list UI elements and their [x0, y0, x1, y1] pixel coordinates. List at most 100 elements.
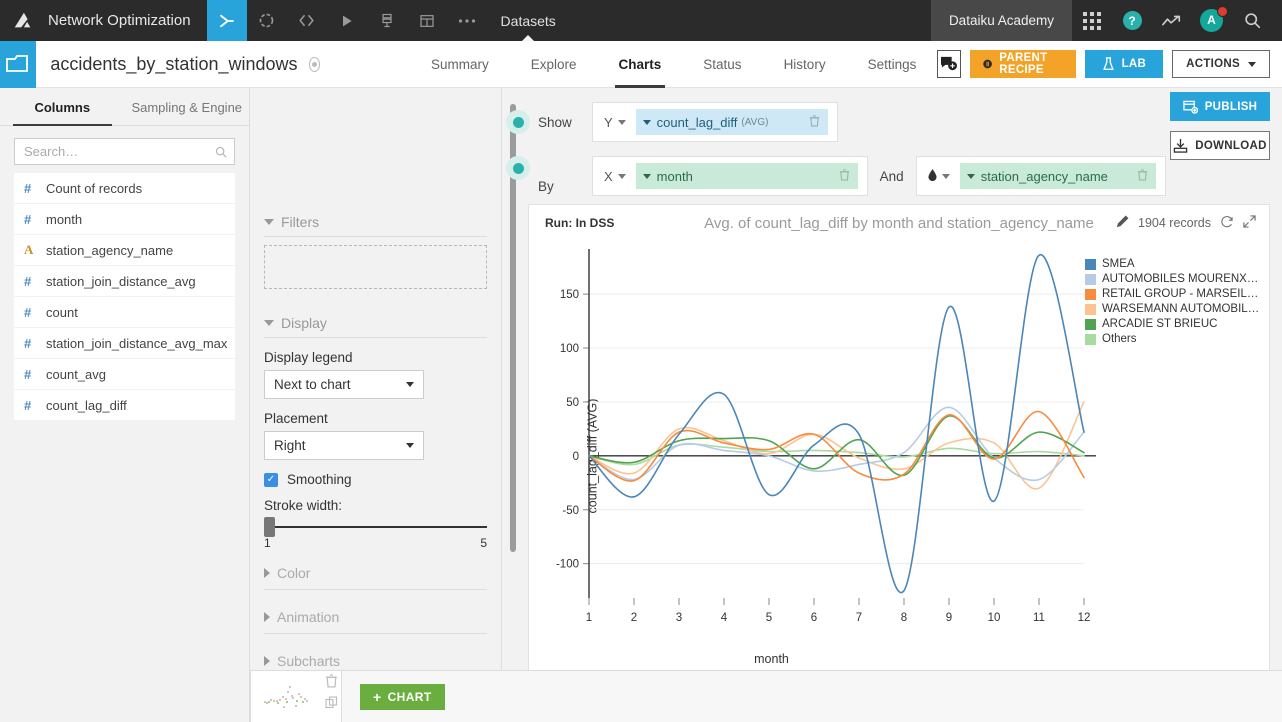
- y-axis-dropzone[interactable]: Y count_lag_diff (AVG): [592, 102, 838, 142]
- chart-config-panel: Filters Display Display legend Next to c…: [250, 88, 502, 722]
- tab-explore[interactable]: Explore: [510, 41, 598, 88]
- y-axis-selector[interactable]: Y: [604, 115, 626, 130]
- folder-icon[interactable]: [0, 41, 36, 88]
- svg-text:10: 10: [988, 612, 1001, 624]
- legend-item[interactable]: AUTOMOBILES MOURENX DIF…: [1085, 272, 1261, 286]
- group-field-pill[interactable]: station_agency_name: [960, 163, 1156, 189]
- code-icon[interactable]: [287, 0, 327, 41]
- column-item[interactable]: #station_join_distance_avg: [14, 266, 235, 296]
- chart-main-area: Show Y count_lag_diff (AVG): [502, 88, 1282, 722]
- dataset-tabs: Summary Explore Charts Status History Se…: [410, 41, 937, 88]
- avatar[interactable]: A: [1192, 0, 1232, 41]
- svg-text:8: 8: [901, 612, 907, 624]
- refresh-icon[interactable]: [1220, 215, 1234, 232]
- help-icon[interactable]: ?: [1112, 0, 1152, 41]
- recipes-icon[interactable]: [247, 0, 287, 41]
- color-section-header[interactable]: Color: [264, 554, 487, 590]
- legend-swatch: [1085, 274, 1096, 285]
- column-item[interactable]: #count_avg: [14, 359, 235, 389]
- column-type-icon: #: [24, 274, 46, 289]
- trash-icon[interactable]: [325, 674, 338, 693]
- download-button[interactable]: DOWNLOAD: [1170, 131, 1270, 160]
- dataiku-logo-icon[interactable]: [0, 0, 46, 41]
- color-label: Color: [277, 565, 310, 581]
- column-item[interactable]: #station_join_distance_avg_max: [14, 328, 235, 358]
- smoothing-checkbox[interactable]: ✓ Smoothing: [264, 472, 487, 487]
- column-item[interactable]: #month: [14, 204, 235, 234]
- filters-label: Filters: [281, 214, 319, 230]
- expand-icon[interactable]: [1243, 215, 1256, 231]
- search-icon[interactable]: [1232, 0, 1272, 41]
- placement-select[interactable]: Right: [264, 431, 424, 460]
- display-legend-select[interactable]: Next to chart: [264, 370, 424, 399]
- tab-charts[interactable]: Charts: [598, 41, 683, 88]
- svg-text:6: 6: [811, 612, 817, 624]
- pencil-icon[interactable]: [1116, 215, 1129, 231]
- charts-bottom-bar: + CHART: [250, 670, 1282, 722]
- trash-icon[interactable]: [1137, 169, 1148, 184]
- tab-history[interactable]: History: [763, 41, 847, 88]
- column-item[interactable]: #count_lag_diff: [14, 390, 235, 420]
- animation-section-header[interactable]: Animation: [264, 590, 487, 634]
- flow-icon[interactable]: [207, 0, 247, 41]
- lab-button[interactable]: LAB: [1085, 50, 1164, 78]
- chart-thumbnail[interactable]: [250, 671, 342, 722]
- plus-icon: +: [373, 690, 382, 704]
- by-label: By: [538, 179, 592, 196]
- tab-summary[interactable]: Summary: [410, 41, 510, 88]
- more-icon[interactable]: [447, 0, 487, 41]
- by-indicator-dot: [506, 156, 530, 180]
- legend-item[interactable]: ARCADIE ST BRIEUC: [1085, 317, 1261, 331]
- datasets-menu[interactable]: Datasets: [487, 0, 570, 41]
- column-type-icon: #: [24, 398, 46, 413]
- y-aggregation-label: (AVG): [741, 117, 768, 128]
- top-navigation-bar: Network Optimization Datasets Dataiku Ac…: [0, 0, 1282, 41]
- publish-button[interactable]: PUBLISH: [1170, 92, 1270, 121]
- discussions-icon[interactable]: [937, 50, 961, 78]
- actions-button[interactable]: ACTIONS: [1172, 50, 1270, 78]
- academy-link[interactable]: Dataiku Academy: [931, 0, 1072, 41]
- filters-header[interactable]: Filters: [264, 206, 487, 237]
- dashboards-icon[interactable]: [407, 0, 447, 41]
- svg-text:-100: -100: [556, 559, 579, 571]
- group-selector[interactable]: [928, 169, 950, 184]
- tab-status[interactable]: Status: [682, 41, 762, 88]
- y-field-pill[interactable]: count_lag_diff (AVG): [636, 109, 828, 135]
- svg-text:7: 7: [856, 612, 862, 624]
- jobs-play-icon[interactable]: [327, 0, 367, 41]
- trash-icon[interactable]: [809, 115, 820, 130]
- column-type-icon: #: [24, 181, 46, 196]
- compass-icon[interactable]: [309, 57, 320, 72]
- activity-icon[interactable]: [1152, 0, 1192, 41]
- copy-icon[interactable]: [325, 696, 338, 714]
- legend-item[interactable]: SMEA: [1085, 257, 1261, 271]
- column-item[interactable]: #count: [14, 297, 235, 327]
- sidebar-tab-sampling[interactable]: Sampling & Engine: [125, 88, 250, 125]
- legend-item[interactable]: RETAIL GROUP - MARSEILLE - …: [1085, 287, 1261, 301]
- tab-settings[interactable]: Settings: [847, 41, 938, 88]
- x-axis-selector[interactable]: X: [604, 169, 626, 184]
- filters-dropzone[interactable]: [264, 245, 487, 289]
- group-dropzone[interactable]: station_agency_name: [916, 156, 1166, 196]
- project-name[interactable]: Network Optimization: [46, 12, 207, 29]
- x-field-pill[interactable]: month: [636, 163, 858, 189]
- display-header[interactable]: Display: [264, 307, 487, 338]
- slider-handle[interactable]: [264, 517, 275, 537]
- svg-text:3: 3: [676, 612, 682, 624]
- column-type-icon: #: [24, 305, 46, 320]
- add-chart-button[interactable]: + CHART: [360, 684, 445, 710]
- apps-grid-icon[interactable]: [1072, 0, 1112, 41]
- column-item[interactable]: Astation_agency_name: [14, 235, 235, 265]
- automation-icon[interactable]: [367, 0, 407, 41]
- legend-swatch: [1085, 304, 1096, 315]
- legend-item[interactable]: WARSEMANN AUTOMOBILES …: [1085, 302, 1261, 316]
- stroke-width-slider[interactable]: [264, 526, 487, 528]
- legend-item[interactable]: Others: [1085, 332, 1261, 346]
- trash-icon[interactable]: [839, 169, 850, 184]
- column-item[interactable]: #Count of records: [14, 173, 235, 203]
- sidebar-tab-columns[interactable]: Columns: [0, 88, 125, 125]
- x-axis-dropzone[interactable]: X month: [592, 156, 868, 196]
- filters-section: Filters: [250, 206, 501, 289]
- search-input[interactable]: [14, 138, 235, 165]
- parent-recipe-button[interactable]: PARENT RECIPE: [970, 50, 1076, 78]
